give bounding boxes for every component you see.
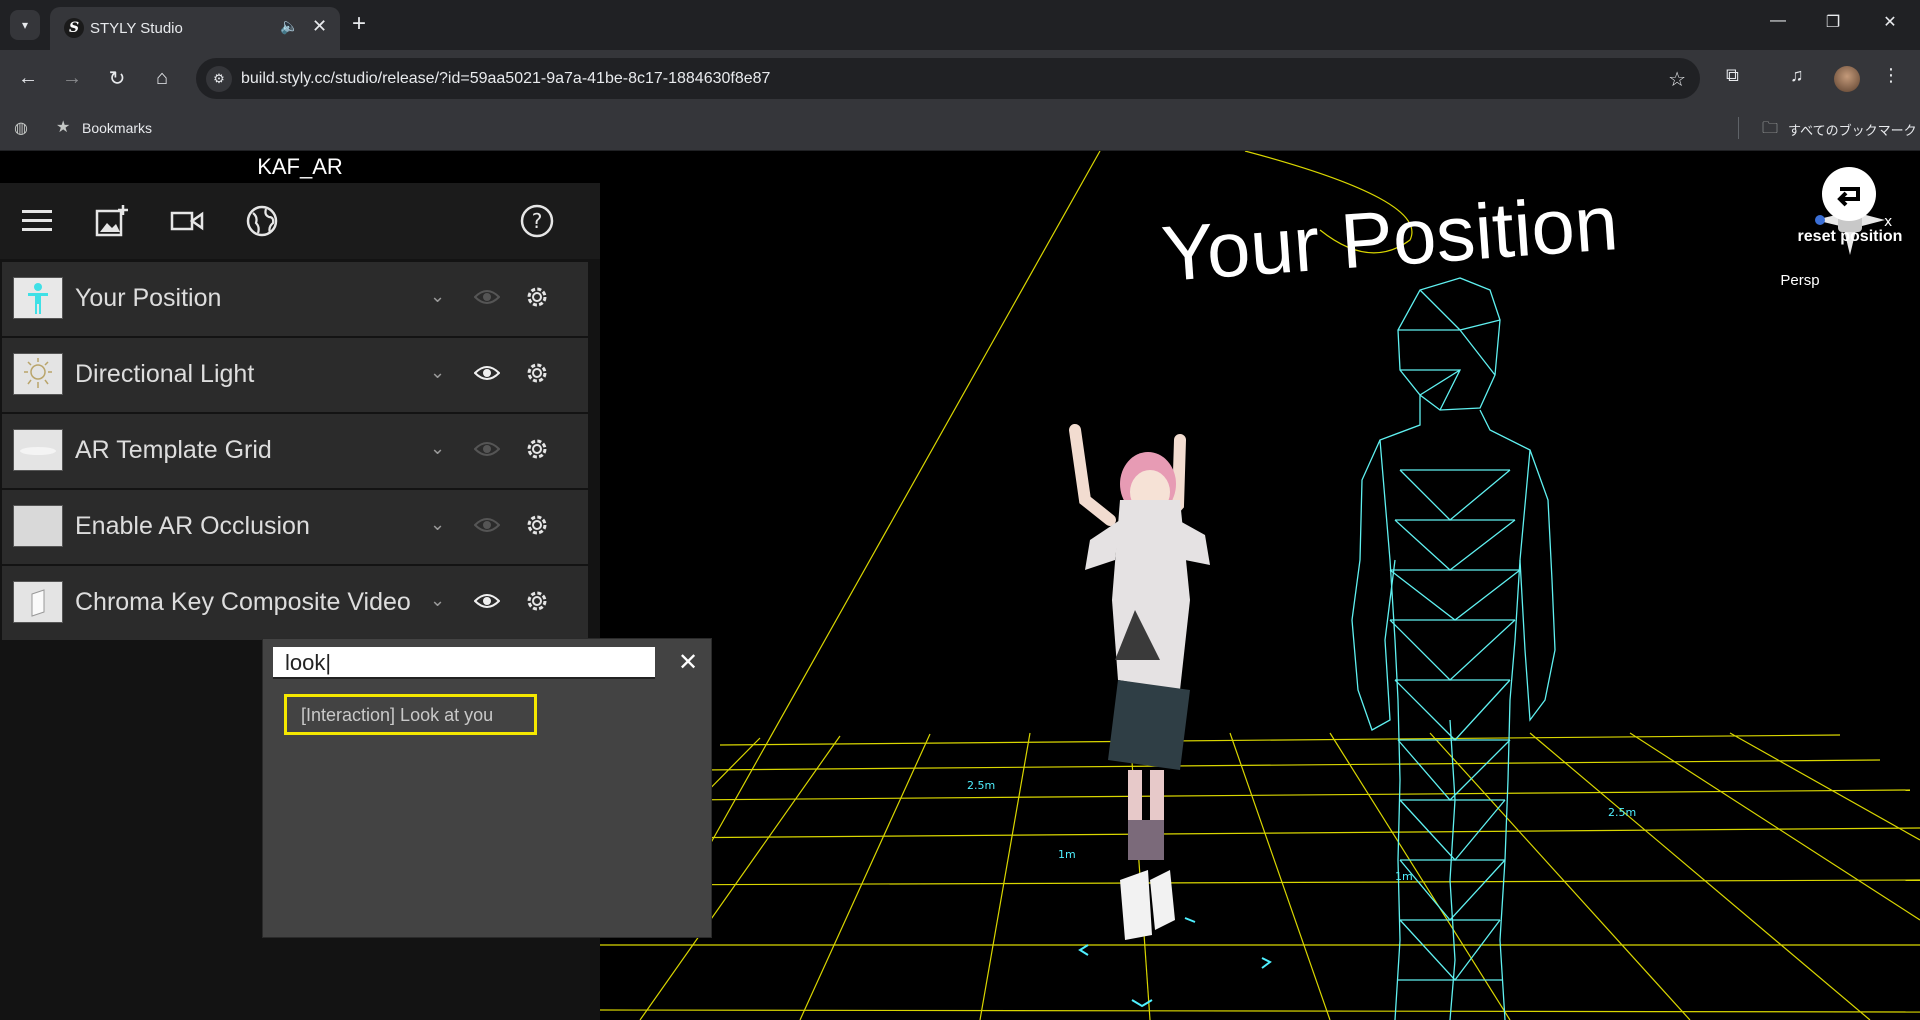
more-menu-icon[interactable]: ⋮ xyxy=(1882,65,1900,86)
bookmarks-link[interactable]: Bookmarks xyxy=(82,120,152,136)
gear-icon[interactable] xyxy=(524,284,550,310)
new-tab-plus-icon[interactable]: + xyxy=(352,10,366,38)
gear-icon[interactable] xyxy=(524,360,550,386)
layer-name: Your Position xyxy=(75,284,222,312)
bookmarks-star-icon: ★ xyxy=(56,119,71,136)
blank-thumb-icon xyxy=(13,505,63,547)
gear-icon[interactable] xyxy=(524,436,550,462)
eye-visible-icon[interactable] xyxy=(474,592,500,610)
layer-row-your-position[interactable]: Your Position ⌄ xyxy=(2,262,588,336)
url-text[interactable]: build.styly.cc/studio/release/?id=59aa50… xyxy=(241,70,770,88)
eye-hidden-icon[interactable] xyxy=(474,288,500,306)
hamburger-menu-icon[interactable] xyxy=(17,201,57,241)
person-thumb-icon xyxy=(13,277,63,319)
search-result-item[interactable]: [Interaction] Look at you xyxy=(284,694,537,735)
styly-studio-app: 1m 2.5m 1m 2.5m Your Position x KAF_AR ?… xyxy=(0,151,1920,1020)
speaker-icon[interactable]: 🔈 xyxy=(280,17,299,35)
browser-toolbar: ← → ↻ ⌂ ⚙ build.styly.cc/studio/release/… xyxy=(0,50,1920,107)
grid-label-2: 2.5m xyxy=(967,779,995,792)
text-cursor: | xyxy=(325,650,332,675)
gear-icon[interactable] xyxy=(524,588,550,614)
chevron-down-icon[interactable]: ⌄ xyxy=(430,514,445,535)
close-window-icon[interactable]: ✕ xyxy=(1870,12,1910,32)
grid-label-1: 1m xyxy=(1058,848,1076,861)
chevron-down-icon[interactable]: ⌄ xyxy=(430,286,445,307)
chevron-down-icon[interactable]: ⌄ xyxy=(430,590,445,611)
gear-icon[interactable] xyxy=(524,512,550,538)
grid-label-4: 2.5m xyxy=(1608,806,1636,819)
layer-name: Chroma Key Composite Video xyxy=(75,588,411,616)
eye-hidden-icon[interactable] xyxy=(474,440,500,458)
address-bar[interactable]: ⚙ build.styly.cc/studio/release/?id=59aa… xyxy=(196,58,1700,99)
layer-list: Your Position ⌄ Directional Light ⌄ AR T… xyxy=(2,262,588,642)
minimize-icon[interactable]: — xyxy=(1758,12,1798,30)
media-controls-icon[interactable]: ♫ xyxy=(1790,65,1804,86)
viewport-canvas[interactable]: 1m 2.5m 1m 2.5m Your Position x xyxy=(599,151,1920,1020)
grid-thumb-icon xyxy=(13,429,63,471)
panel-toolbar: ? xyxy=(0,183,600,259)
bookmarks-divider xyxy=(1738,117,1739,139)
folder-icon: 🗀 xyxy=(1762,120,1779,137)
close-icon[interactable]: ✕ xyxy=(675,649,701,676)
reset-position-label[interactable]: reset position xyxy=(1790,228,1910,246)
close-tab-icon[interactable]: ✕ xyxy=(312,16,327,37)
active-tab[interactable]: S STYLY Studio 🔈 ✕ xyxy=(50,7,340,50)
bookmark-star-icon[interactable]: ☆ xyxy=(1668,67,1686,92)
video-camera-icon[interactable] xyxy=(167,201,207,241)
search-input[interactable]: look| xyxy=(273,647,655,679)
tab-search-chevron-icon[interactable]: ▾ xyxy=(10,10,40,40)
light-thumb-icon xyxy=(13,353,63,395)
chevron-down-icon[interactable]: ⌄ xyxy=(430,362,445,383)
reset-position-button[interactable] xyxy=(1822,167,1876,221)
reload-icon[interactable]: ↻ xyxy=(103,64,131,92)
svg-text:?: ? xyxy=(532,209,543,233)
layer-row-enable-ar-occlusion[interactable]: Enable AR Occlusion ⌄ xyxy=(2,490,588,564)
eye-hidden-icon[interactable] xyxy=(474,516,500,534)
scene-title: KAF_AR xyxy=(0,151,600,183)
extensions-puzzle-icon[interactable]: ⧉ xyxy=(1726,65,1739,86)
profile-avatar[interactable] xyxy=(1834,66,1860,92)
back-arrow-icon[interactable]: ← xyxy=(14,64,42,92)
home-icon[interactable]: ⌂ xyxy=(148,64,176,92)
browser-tab-bar: ▾ S STYLY Studio 🔈 ✕ + — ❐ ✕ xyxy=(0,0,1920,50)
help-icon[interactable]: ? xyxy=(517,201,557,241)
video-thumb-icon xyxy=(13,581,63,623)
layer-name: Enable AR Occlusion xyxy=(75,512,310,540)
return-arrow-icon xyxy=(1837,187,1860,207)
restore-window-icon[interactable]: ❐ xyxy=(1813,12,1853,32)
styly-favicon-icon: S xyxy=(64,18,84,38)
all-bookmarks-link[interactable]: すべてのブックマーク xyxy=(1788,120,1917,139)
globe-icon[interactable]: ◍ xyxy=(14,118,28,138)
add-asset-icon[interactable] xyxy=(92,201,132,241)
layer-name: AR Template Grid xyxy=(75,436,272,464)
eye-visible-icon[interactable] xyxy=(474,364,500,382)
scene-viewport[interactable]: 1m 2.5m 1m 2.5m Your Position x xyxy=(599,151,1920,1020)
layer-row-chroma-key-video[interactable]: Chroma Key Composite Video ⌄ xyxy=(2,566,588,640)
globe-icon[interactable] xyxy=(242,201,282,241)
layer-row-directional-light[interactable]: Directional Light ⌄ xyxy=(2,338,588,412)
tab-title: STYLY Studio xyxy=(90,20,183,37)
interaction-search-popup: look| ✕ [Interaction] Look at you xyxy=(262,638,712,938)
layer-row-ar-template-grid[interactable]: AR Template Grid ⌄ xyxy=(2,414,588,488)
chevron-down-icon[interactable]: ⌄ xyxy=(430,438,445,459)
forward-arrow-icon[interactable]: → xyxy=(58,64,86,92)
search-input-value: look xyxy=(285,650,326,675)
site-info-icon[interactable]: ⚙ xyxy=(206,66,232,92)
layer-name: Directional Light xyxy=(75,360,255,388)
persp-label[interactable]: Persp xyxy=(1750,272,1850,289)
bookmarks-bar: ◍ ★ Bookmarks 🗀 すべてのブックマーク xyxy=(0,107,1920,151)
